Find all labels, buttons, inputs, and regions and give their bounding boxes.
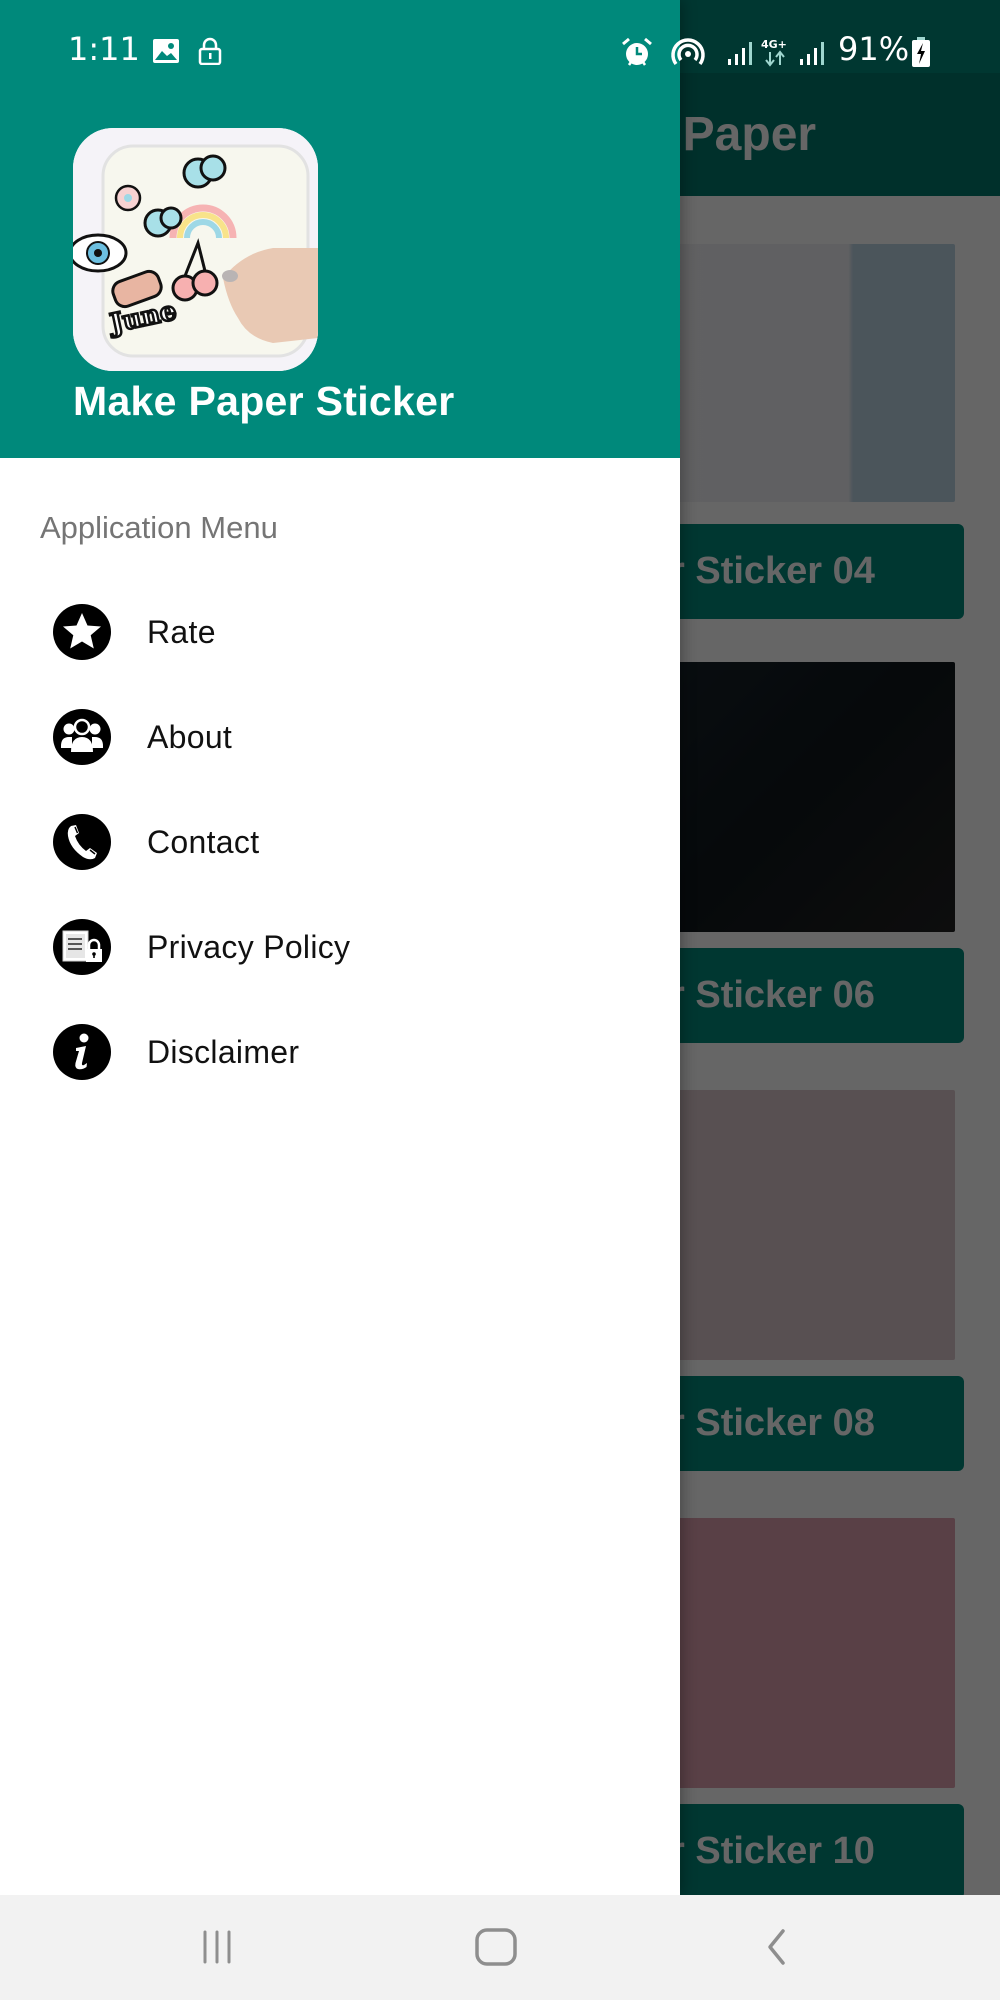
- status-bar: 1:11 4G+ 91%: [0, 0, 1000, 73]
- menu-item-rate[interactable]: Rate: [0, 580, 680, 685]
- network-4g-plus-icon: 4G+: [761, 38, 787, 67]
- battery-charging-icon: [912, 37, 930, 67]
- back-button[interactable]: [731, 1917, 821, 1977]
- star-icon: [53, 604, 111, 660]
- menu-item-label: About: [147, 719, 233, 755]
- app-logo: June: [73, 128, 318, 371]
- status-time: 1:11: [68, 30, 140, 68]
- home-button[interactable]: [451, 1917, 541, 1977]
- alarm-icon: [622, 37, 652, 66]
- info-icon: [53, 1024, 111, 1080]
- back-icon: [768, 1929, 785, 1965]
- menu-item-contact[interactable]: Contact: [0, 790, 680, 895]
- battery-percent: 91%: [838, 30, 910, 68]
- home-icon: [475, 1928, 517, 1966]
- signal-icon: [800, 42, 824, 65]
- navigation-drawer: June Make Paper Sticker Application Menu…: [0, 0, 680, 1895]
- menu-section-title: Application Menu: [40, 510, 278, 545]
- menu-item-privacy-policy[interactable]: Privacy Policy: [0, 895, 680, 1000]
- image-icon: [153, 39, 179, 63]
- lock-icon: [198, 37, 222, 65]
- recent-apps-icon: [203, 1930, 231, 1964]
- menu-item-label: Contact: [147, 824, 260, 860]
- group-icon: [53, 709, 111, 765]
- recent-apps-button[interactable]: [172, 1917, 262, 1977]
- app-logo-image: June: [73, 128, 318, 371]
- menu-item-disclaimer[interactable]: Disclaimer: [0, 1000, 680, 1105]
- hotspot-icon: [671, 38, 705, 66]
- signal-icon: [728, 42, 752, 65]
- menu-item-about[interactable]: About: [0, 685, 680, 790]
- menu-item-label: Rate: [147, 614, 216, 650]
- phone-icon: [53, 814, 111, 870]
- app-name: Make Paper Sticker: [73, 378, 455, 424]
- menu-item-label: Privacy Policy: [147, 929, 351, 965]
- system-navigation-bar: [0, 1895, 1000, 2000]
- menu-item-label: Disclaimer: [147, 1034, 300, 1070]
- network-type-text: 4G+: [761, 38, 787, 51]
- privacy-document-lock-icon: [53, 919, 111, 975]
